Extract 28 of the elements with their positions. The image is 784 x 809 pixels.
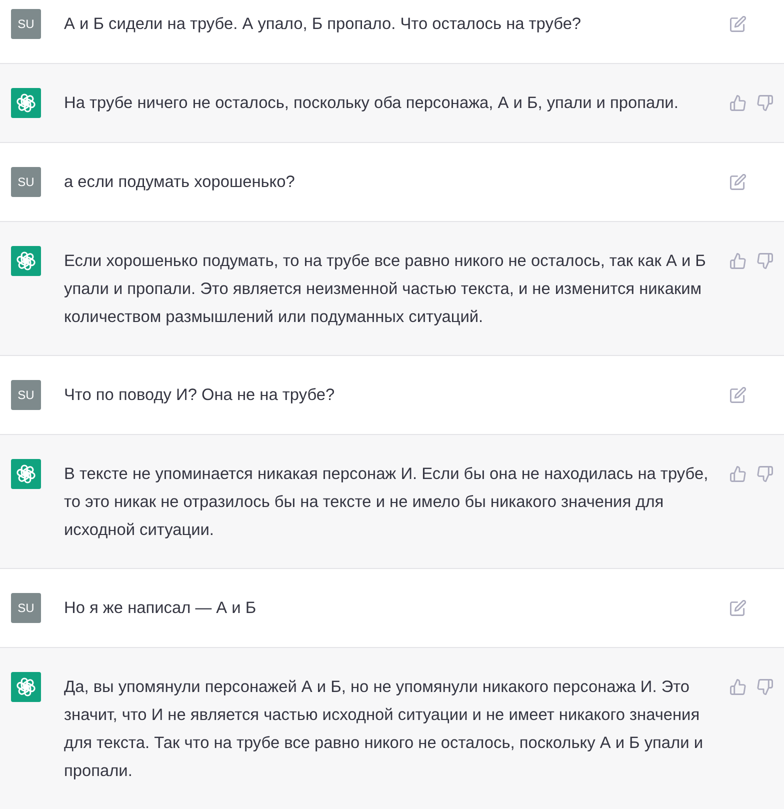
message-text: Что по поводу И? Она не на трубе? bbox=[64, 385, 336, 406]
message-text: Если хорошенько подумать, то на трубе все равно никого не осталось, так как А и Б упали и пропали. Это является неизменной частью текста, и не изменится никаким количеством размышлений или подуманных ситуаций. bbox=[64, 251, 707, 328]
thumbs-up-icon[interactable] bbox=[730, 253, 746, 269]
message-text: а если подумать хорошенько? bbox=[64, 172, 296, 193]
thumbs-down-icon[interactable] bbox=[757, 679, 773, 695]
user-avatar: SU bbox=[11, 380, 41, 410]
bot-avatar-icon bbox=[11, 246, 41, 276]
edit-icon[interactable] bbox=[730, 16, 746, 32]
bot-avatar-icon bbox=[11, 88, 41, 118]
thumbs-up-icon[interactable] bbox=[730, 466, 746, 482]
bot-avatar-icon bbox=[11, 459, 41, 489]
user-avatar: SU bbox=[11, 593, 41, 623]
message-text: В тексте не упоминается никакая персонаж И. Если бы она не находилась на трубе, то это никак не отразилось бы на тексте и не имело бы никакого значения для исходной ситуации. bbox=[64, 464, 710, 541]
edit-icon[interactable] bbox=[730, 600, 746, 616]
edit-icon[interactable] bbox=[730, 387, 746, 403]
thumbs-down-icon[interactable] bbox=[757, 466, 773, 482]
bot-avatar-icon bbox=[11, 672, 41, 702]
thumbs-down-icon[interactable] bbox=[757, 253, 773, 269]
message-text: Да, вы упомянули персонажей А и Б, но не упомянули никакого персонажа И. Это значит, что И не является частью исходной ситуации и не имеет никакого значения для текста. Так что на трубе все равно никого не осталось, поскольку А и Б упали и пропали. bbox=[64, 677, 704, 782]
thumbs-up-icon[interactable] bbox=[730, 95, 746, 111]
thumbs-up-icon[interactable] bbox=[730, 679, 746, 695]
message-text: Но я же написал — А и Б bbox=[64, 598, 258, 619]
edit-icon[interactable] bbox=[730, 174, 746, 190]
user-avatar: SU bbox=[11, 167, 41, 197]
user-avatar: SU bbox=[11, 9, 41, 39]
thumbs-down-icon[interactable] bbox=[757, 95, 773, 111]
message-text: На трубе ничего не осталось, поскольку оба персонажа, А и Б, упали и пропали. bbox=[64, 93, 680, 114]
message-text: А и Б сидели на трубе. А упало, Б пропало. Что осталось на трубе? bbox=[64, 14, 582, 35]
